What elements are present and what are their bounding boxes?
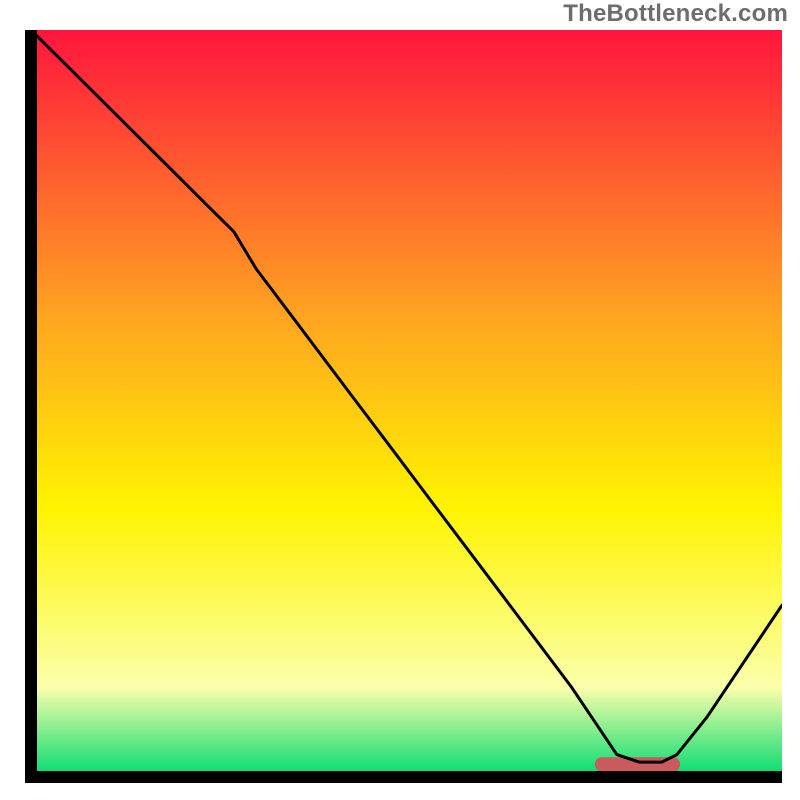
plot-area	[25, 30, 782, 783]
plot-svg	[25, 30, 782, 783]
watermark-text: TheBottleneck.com	[563, 0, 788, 28]
chart-root: TheBottleneck.com	[0, 0, 800, 800]
